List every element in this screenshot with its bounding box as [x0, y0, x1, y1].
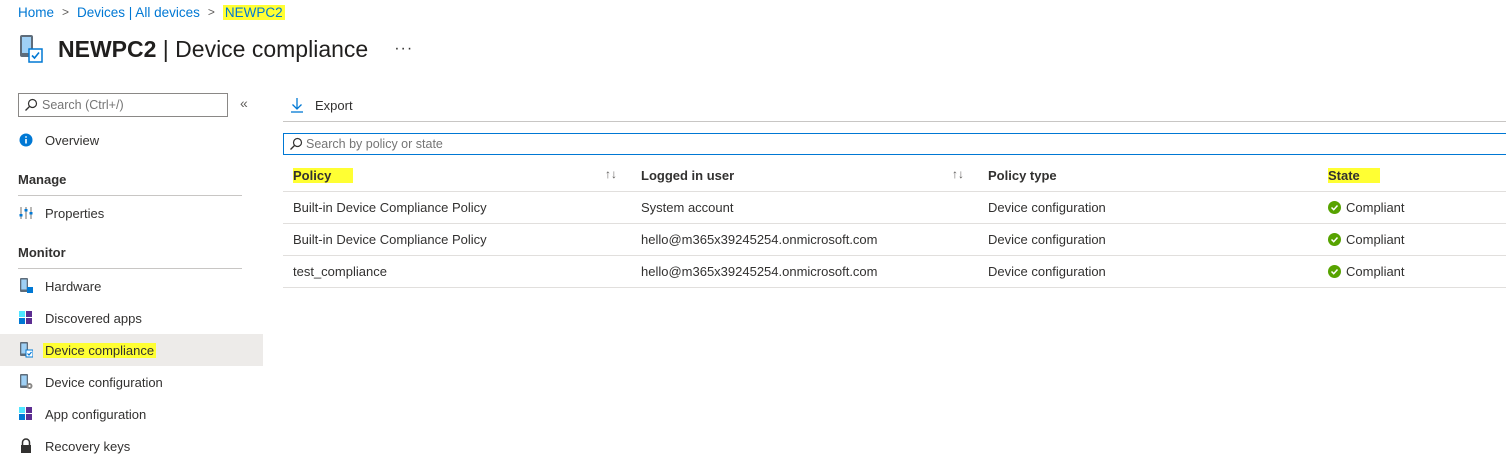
sidebar: « Overview Manage Properties Monitor Har… — [0, 90, 263, 454]
policy-search[interactable] — [283, 133, 1506, 155]
sidebar-search-input[interactable] — [38, 98, 222, 112]
breadcrumb-devices[interactable]: Devices | All devices — [77, 5, 200, 20]
sidebar-item-device-configuration[interactable]: Device configuration — [0, 366, 263, 398]
page-header: NEWPC2 | Device compliance ··· — [18, 32, 413, 66]
page-title: NEWPC2 | Device compliance — [58, 35, 369, 62]
user-cell: System account — [641, 200, 734, 215]
policy-type-cell: Device configuration — [988, 264, 1106, 279]
collapse-sidebar-button[interactable]: « — [240, 95, 248, 111]
chevron-right-icon: > — [207, 5, 215, 19]
lock-icon — [18, 438, 34, 454]
state-cell: Compliant — [1328, 192, 1405, 223]
policy-cell: test_compliance — [293, 264, 387, 279]
divider — [18, 268, 242, 269]
policy-type-cell: Device configuration — [988, 232, 1106, 247]
user-cell: hello@m365x39245254.onmicrosoft.com — [641, 232, 878, 247]
sidebar-item-recovery-keys[interactable]: Recovery keys — [0, 430, 263, 462]
sidebar-item-hardware[interactable]: Hardware — [0, 270, 263, 302]
device-compliance-icon — [18, 342, 34, 358]
search-icon — [25, 98, 38, 111]
sidebar-item-device-compliance[interactable]: Device compliance — [0, 334, 263, 366]
export-label: Export — [315, 97, 353, 113]
check-circle-icon — [1328, 265, 1341, 278]
policy-cell: Built-in Device Compliance Policy — [293, 232, 487, 247]
sidebar-search[interactable] — [18, 93, 228, 117]
table-row[interactable]: Built-in Device Compliance Policy hello@… — [283, 224, 1506, 256]
table-header: Policy ↑↓ Logged in user ↑↓ Policy type … — [283, 159, 1506, 192]
search-icon — [290, 137, 303, 150]
breadcrumb-home[interactable]: Home — [18, 5, 54, 20]
apps-icon — [18, 310, 34, 326]
state-cell: Compliant — [1328, 256, 1405, 287]
device-compliance-icon — [18, 34, 44, 64]
state-cell: Compliant — [1328, 224, 1405, 255]
export-button[interactable]: Export — [290, 94, 353, 116]
download-icon — [291, 98, 303, 113]
sidebar-item-properties[interactable]: Properties — [0, 197, 263, 229]
app-configuration-icon — [18, 406, 34, 422]
column-header-logged-in-user[interactable]: Logged in user — [641, 159, 734, 191]
sidebar-item-app-configuration[interactable]: App configuration — [0, 398, 263, 430]
info-icon — [18, 132, 34, 148]
check-circle-icon — [1328, 233, 1341, 246]
policy-type-cell: Device configuration — [988, 200, 1106, 215]
user-cell: hello@m365x39245254.onmicrosoft.com — [641, 264, 878, 279]
sort-icon[interactable]: ↑↓ — [605, 167, 617, 181]
divider — [18, 195, 242, 196]
table-row[interactable]: test_compliance hello@m365x39245254.onmi… — [283, 256, 1506, 288]
check-circle-icon — [1328, 201, 1341, 214]
section-heading-manage: Manage — [18, 172, 67, 187]
chevron-right-icon: > — [62, 5, 70, 19]
table-row[interactable]: Built-in Device Compliance Policy System… — [283, 192, 1506, 224]
properties-icon — [18, 205, 34, 221]
hardware-icon — [18, 278, 34, 294]
more-options-button[interactable]: ··· — [394, 40, 413, 58]
column-header-policy[interactable]: Policy — [293, 159, 354, 191]
divider — [283, 121, 1506, 122]
policy-cell: Built-in Device Compliance Policy — [293, 200, 487, 215]
breadcrumb-current: NEWPC2 — [222, 4, 285, 20]
column-header-state[interactable]: State — [1328, 159, 1380, 191]
sidebar-item-overview[interactable]: Overview — [0, 124, 263, 156]
sort-icon[interactable]: ↑↓ — [952, 167, 964, 181]
device-configuration-icon — [18, 374, 34, 390]
section-heading-monitor: Monitor — [18, 245, 66, 260]
compliance-table: Policy ↑↓ Logged in user ↑↓ Policy type … — [283, 159, 1506, 288]
breadcrumb: Home > Devices | All devices > NEWPC2 — [18, 3, 285, 21]
policy-search-input[interactable] — [303, 137, 1206, 151]
column-header-policy-type[interactable]: Policy type — [988, 159, 1057, 191]
sidebar-item-discovered-apps[interactable]: Discovered apps — [0, 302, 263, 334]
